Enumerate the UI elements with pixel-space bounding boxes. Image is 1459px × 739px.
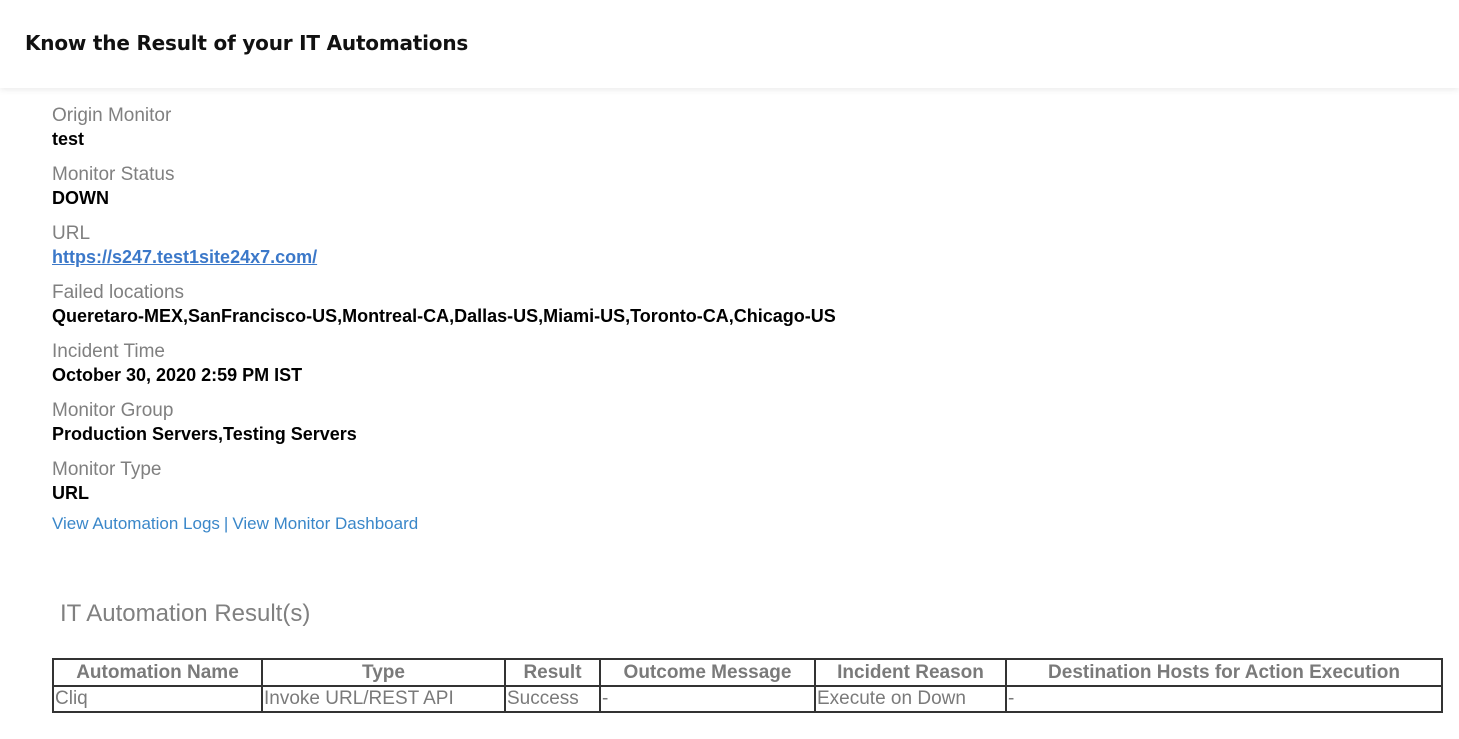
page-header: Know the Result of your IT Automations (0, 0, 1459, 88)
field-value: October 30, 2020 2:59 PM IST (52, 365, 303, 385)
field-value: Queretaro-MEX,SanFrancisco-US,Montreal-C… (52, 306, 836, 326)
cell-destination-hosts: - (1005, 685, 1443, 713)
cell-outcome-message: - (599, 685, 816, 713)
view-monitor-dashboard-link[interactable]: View Monitor Dashboard (232, 514, 418, 533)
column-header-result: Result (504, 658, 601, 687)
cell-type: Invoke URL/REST API (261, 685, 506, 713)
monitor-details: Origin Monitor test Monitor Status DOWN … (52, 104, 1432, 535)
field-label: Origin Monitor (52, 105, 172, 126)
field-incident-time: Incident Time October 30, 2020 2:59 PM I… (52, 340, 1432, 386)
field-value: DOWN (52, 188, 109, 208)
field-label: Incident Time (52, 341, 165, 362)
automation-results-table: Automation Name Type Result Outcome Mess… (52, 658, 1443, 713)
field-value: URL (52, 483, 89, 503)
field-label: Monitor Status (52, 164, 175, 185)
cell-automation-name: Cliq (52, 685, 263, 713)
column-header-type: Type (261, 658, 506, 687)
column-header-destination-hosts: Destination Hosts for Action Execution (1005, 658, 1443, 687)
monitor-url-link[interactable]: https://s247.test1site24x7.com/ (52, 247, 317, 267)
field-failed-locations: Failed locations Queretaro-MEX,SanFranci… (52, 281, 1432, 327)
cell-result: Success (504, 685, 601, 713)
field-label: Monitor Type (52, 459, 162, 480)
link-separator: | (223, 514, 229, 533)
field-label: URL (52, 223, 91, 244)
page-title: Know the Result of your IT Automations (25, 31, 469, 55)
field-label: Monitor Group (52, 400, 174, 421)
view-automation-logs-link[interactable]: View Automation Logs (52, 514, 220, 533)
table-row: Cliq Invoke URL/REST API Success - Execu… (52, 685, 1443, 713)
cell-incident-reason: Execute on Down (814, 685, 1007, 713)
field-label: Failed locations (52, 282, 185, 303)
field-monitor-group: Monitor Group Production Servers,Testing… (52, 399, 1432, 445)
action-links: View Automation Logs | View Monitor Dashbo… (52, 513, 1432, 535)
field-value: test (52, 129, 85, 149)
field-monitor-type: Monitor Type URL (52, 458, 1432, 504)
table-header-row: Automation Name Type Result Outcome Mess… (52, 658, 1443, 687)
column-header-outcome-message: Outcome Message (599, 658, 816, 687)
field-url: URL https://s247.test1site24x7.com/ (52, 222, 1432, 268)
results-section-title: IT Automation Result(s) (60, 600, 311, 627)
field-origin-monitor: Origin Monitor test (52, 104, 1432, 150)
column-header-incident-reason: Incident Reason (814, 658, 1007, 687)
field-monitor-status: Monitor Status DOWN (52, 163, 1432, 209)
column-header-automation-name: Automation Name (52, 658, 263, 687)
field-value: Production Servers,Testing Servers (52, 424, 357, 444)
